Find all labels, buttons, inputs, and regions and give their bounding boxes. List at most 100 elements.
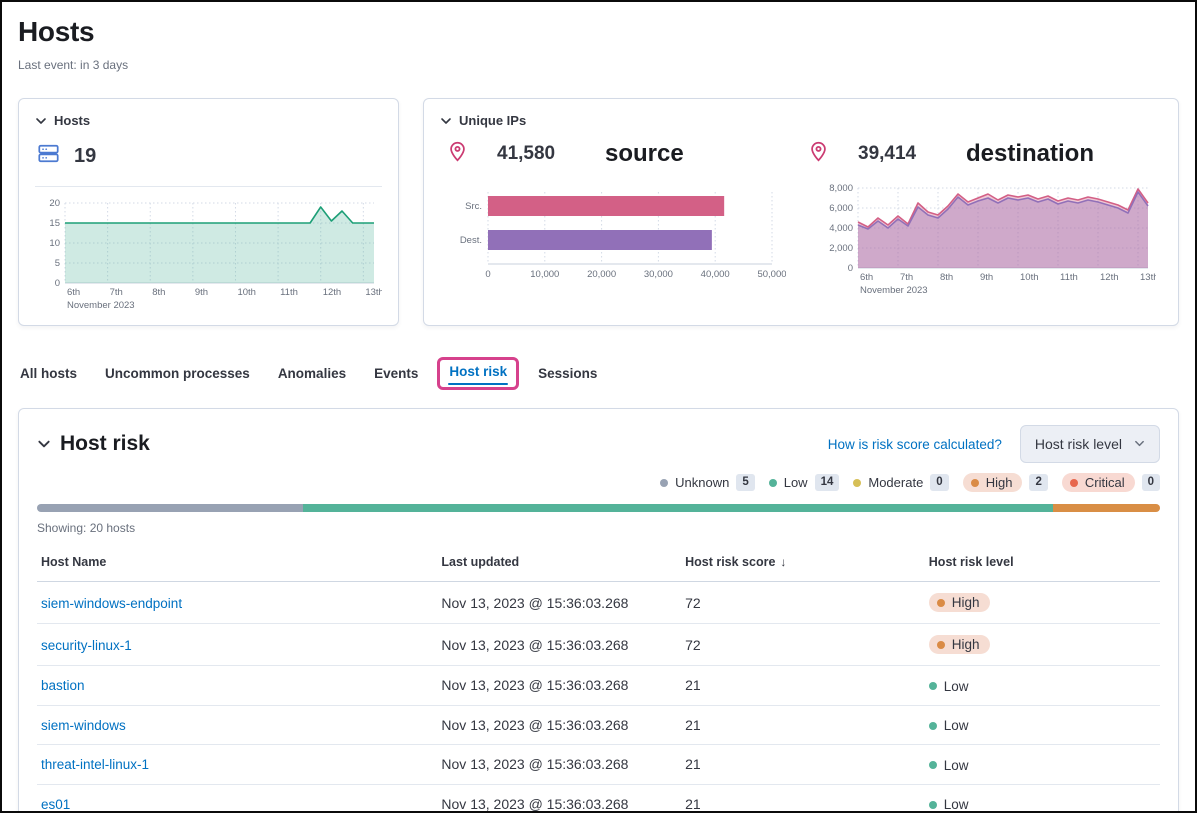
tab-sessions[interactable]: Sessions [538, 366, 597, 381]
last-updated-cell: Nov 13, 2023 @ 15:36:03.268 [433, 705, 677, 745]
tab-anomalies[interactable]: Anomalies [278, 366, 346, 381]
distribution-segment-low [303, 504, 1053, 512]
risk-level-cell: Low [921, 666, 1160, 706]
legend-label: Moderate [868, 475, 923, 490]
tab-all-hosts[interactable]: All hosts [20, 366, 77, 381]
risk-level-badge: Low [929, 679, 969, 694]
chevron-down-icon [1134, 436, 1145, 452]
legend-count: 2 [1029, 474, 1047, 491]
host-name-link[interactable]: es01 [41, 797, 70, 812]
risk-level-label: Low [944, 718, 969, 733]
svg-text:12th: 12th [323, 287, 342, 298]
host-name-cell: security-linux-1 [37, 624, 433, 666]
column-host-risk-level[interactable]: Host risk level [921, 543, 1160, 582]
risk-score-calculated-link[interactable]: How is risk score calculated? [828, 437, 1002, 452]
host-name-cell: es01 [37, 784, 433, 813]
svg-text:10th: 10th [237, 287, 256, 298]
kpi-row: Hosts 19 [18, 98, 1179, 326]
chevron-down-icon[interactable] [35, 115, 47, 127]
legend-label: Low [784, 475, 808, 490]
svg-text:November 2023: November 2023 [860, 285, 928, 296]
legend-swatch-low: Low [769, 475, 808, 490]
svg-text:6th: 6th [860, 272, 873, 283]
column-last-updated[interactable]: Last updated [433, 543, 677, 582]
svg-text:Src.: Src. [465, 201, 482, 212]
column-label: Host Name [41, 555, 106, 569]
risk-distribution-bar [37, 504, 1160, 512]
legend-label: Unknown [675, 475, 729, 490]
page-title: Hosts [18, 16, 1179, 48]
column-host-risk-score[interactable]: Host risk score↓ [677, 543, 921, 582]
svg-text:8,000: 8,000 [829, 183, 853, 194]
host-name-link[interactable]: security-linux-1 [41, 638, 132, 653]
app-window: Hosts Last event: in 3 days Hosts [0, 0, 1197, 813]
risk-level-badge: High [929, 635, 990, 654]
svg-text:8th: 8th [152, 287, 165, 298]
host-risk-level-filter-label: Host risk level [1035, 436, 1122, 452]
host-name-link[interactable]: threat-intel-linux-1 [41, 757, 149, 772]
hosts-icon [37, 142, 60, 170]
tabs: All hosts Uncommon processes Anomalies Even… [20, 356, 1177, 390]
svg-text:0: 0 [848, 263, 853, 274]
risk-level-cell: High [921, 582, 1160, 624]
host-risk-title-group: Host risk [37, 432, 150, 456]
svg-text:15: 15 [49, 218, 60, 229]
chevron-down-icon[interactable] [37, 437, 51, 451]
hosts-panel-header: Hosts [35, 113, 382, 128]
host-name-link[interactable]: bastion [41, 678, 85, 693]
table-row: security-linux-1Nov 13, 2023 @ 15:36:03.… [37, 624, 1160, 666]
risk-level-cell: Low [921, 745, 1160, 785]
host-risk-header: Host risk How is risk score calculated? … [37, 425, 1160, 463]
unique-ips-metrics: 41,580 source 39,414 destination [440, 140, 1162, 168]
legend-critical: Critical0 [1062, 473, 1160, 492]
column-label: Host risk level [929, 555, 1014, 569]
risk-level-cell: Low [921, 705, 1160, 745]
column-label: Host risk score [685, 555, 775, 569]
table-header-row: Host Name Last updated Host risk score↓ … [37, 543, 1160, 582]
table-row: es01 Nov 13, 2023 @ 15:36:03.26821 Low [37, 784, 1160, 813]
moderate-dot-icon [853, 479, 861, 487]
risk-level-badge: Low [929, 797, 969, 812]
svg-text:8th: 8th [940, 272, 953, 283]
svg-text:0: 0 [485, 269, 490, 280]
svg-text:10th: 10th [1020, 272, 1039, 283]
column-label: Last updated [441, 555, 519, 569]
table-row: siem-windows-endpointNov 13, 2023 @ 15:3… [37, 582, 1160, 624]
risk-score-cell: 72 [677, 582, 921, 624]
legend-count: 0 [930, 474, 948, 491]
hosts-kpi-panel: Hosts 19 [18, 98, 399, 326]
tab-label: Events [374, 366, 418, 381]
svg-text:20,000: 20,000 [587, 269, 616, 280]
unique-ips-bar-chart: 010,00020,00030,00040,00050,000Src.Dest. [446, 182, 786, 296]
map-pin-icon [448, 141, 467, 167]
host-name-cell: siem-windows-endpoint [37, 582, 433, 624]
unique-ips-charts: 010,00020,00030,00040,00050,000Src.Dest.… [440, 182, 1162, 296]
last-updated-cell: Nov 13, 2023 @ 15:36:03.268 [433, 784, 677, 813]
tab-uncommon-processes[interactable]: Uncommon processes [105, 366, 250, 381]
svg-text:Dest.: Dest. [460, 235, 482, 246]
host-risk-level-filter[interactable]: Host risk level [1020, 425, 1160, 463]
svg-text:0: 0 [55, 278, 60, 289]
legend-count: 0 [1142, 474, 1160, 491]
tab-label: Host risk [449, 364, 507, 383]
svg-text:6th: 6th [67, 287, 80, 298]
severity-dot-icon [929, 761, 937, 769]
tab-events[interactable]: Events [374, 366, 418, 381]
risk-legend: Unknown5Low14Moderate0High2Critical0 [37, 473, 1160, 492]
svg-text:10,000: 10,000 [530, 269, 559, 280]
host-name-link[interactable]: siem-windows-endpoint [41, 596, 182, 611]
unique-ips-panel-header: Unique IPs [440, 113, 1162, 128]
hosts-count: 19 [74, 145, 96, 168]
risk-score-cell: 21 [677, 784, 921, 813]
svg-text:9th: 9th [980, 272, 993, 283]
chevron-down-icon[interactable] [440, 115, 452, 127]
svg-text:7th: 7th [110, 287, 123, 298]
column-host-name[interactable]: Host Name [37, 543, 433, 582]
legend-moderate: Moderate 0 [853, 474, 948, 491]
risk-level-badge: Low [929, 718, 969, 733]
tab-host-risk[interactable]: Host risk [437, 357, 519, 390]
risk-level-cell: High [921, 624, 1160, 666]
risk-level-label: High [952, 637, 980, 652]
unique-ips-area-chart: 02,0004,0006,0008,0006th7th8th9th10th11t… [816, 182, 1156, 296]
host-name-link[interactable]: siem-windows [41, 718, 126, 733]
